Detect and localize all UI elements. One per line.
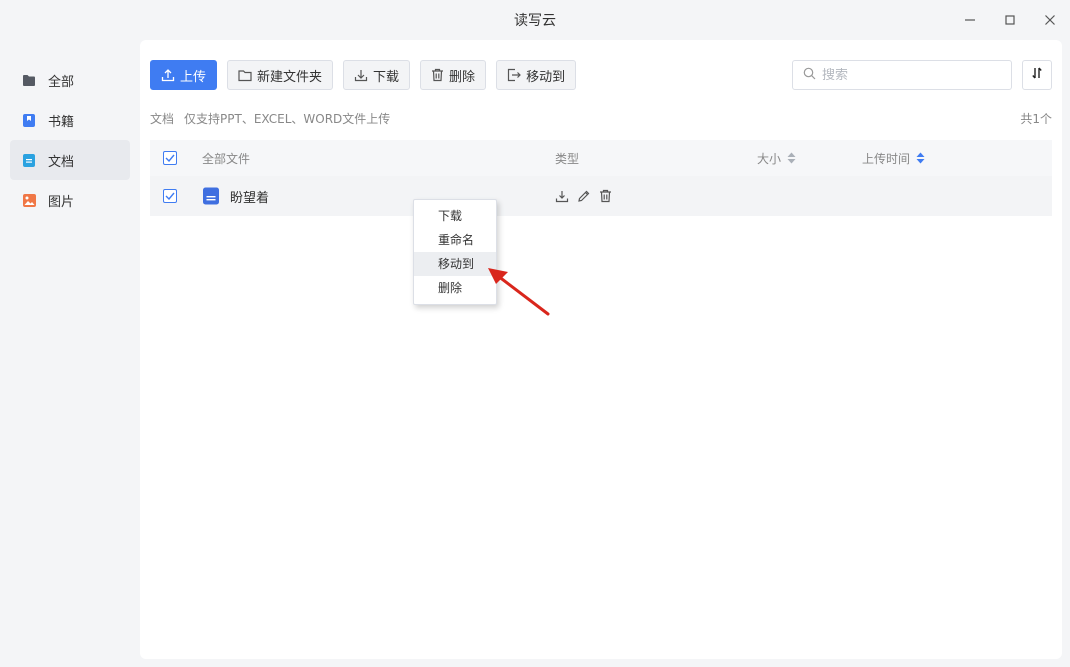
window-title: 读写云 [514,13,556,29]
close-icon[interactable] [1040,10,1060,30]
move-out-icon [507,68,521,82]
maximize-icon[interactable] [1000,10,1020,30]
file-name[interactable]: 盼望着 [230,187,269,206]
sidebar-item-label: 文档 [48,154,75,170]
sort-caret-icon [787,152,796,164]
sidebar-item-label: 图片 [48,194,75,210]
title-bar: 读写云 [0,0,1070,40]
sort-caret-icon [916,152,925,164]
file-name-cell: 盼望着 [202,187,269,206]
search-input[interactable] [822,67,992,83]
main-panel: 上传 新建文件夹 下载 删除 移动到 搜索 文档 仅支持PPT、EXCEL、WO… [140,40,1062,659]
minimize-icon[interactable] [960,10,980,30]
column-size[interactable]: 大小 [757,150,796,167]
sidebar-item-books[interactable]: 书籍 [10,100,130,140]
table-header: 全部文件 类型 大小 上传时间 [150,140,1052,176]
table-row[interactable]: 盼望着 [150,176,1052,216]
select-all-checkbox[interactable] [163,151,177,165]
search-box [792,60,1012,90]
move-to-button[interactable]: 移动到 [496,60,577,90]
image-icon [22,193,36,207]
toolbar: 上传 新建文件夹 下载 删除 移动到 [150,60,586,90]
sidebar-item-all[interactable]: 全部 [10,60,130,100]
info-line: 文档 仅支持PPT、EXCEL、WORD文件上传 [150,110,390,127]
context-menu-download[interactable]: 下载 [414,204,496,228]
column-name: 全部文件 [202,151,251,166]
sort-arrows-icon [1031,67,1043,83]
word-document-icon [202,187,220,205]
row-download-icon[interactable] [555,189,569,203]
bookmark-book-icon [22,113,36,127]
sidebar-item-label: 全部 [48,74,75,90]
column-upload-time[interactable]: 上传时间 [862,150,925,167]
red-arrow-annotation [488,268,550,316]
download-icon [354,68,368,82]
check-icon [165,192,175,200]
sidebar-item-label: 书籍 [48,114,75,130]
column-type: 类型 [555,151,580,166]
row-rename-pencil-icon[interactable] [577,189,591,203]
sidebar-item-images[interactable]: 图片 [10,180,130,220]
download-button[interactable]: 下载 [343,60,411,90]
context-menu-rename[interactable]: 重命名 [414,228,496,252]
upload-icon [161,68,175,82]
row-actions [555,189,620,203]
sidebar: 全部 书籍 文档 图片 [10,60,130,220]
upload-button[interactable]: 上传 [150,60,218,90]
delete-button[interactable]: 删除 [420,60,487,90]
document-icon [22,153,36,167]
folder-outline-icon [238,69,252,82]
trash-icon [431,68,444,82]
check-icon [165,154,175,162]
upload-note: 仅支持PPT、EXCEL、WORD文件上传 [184,112,391,126]
sort-toggle-button[interactable] [1022,60,1052,90]
row-checkbox[interactable] [163,189,177,203]
row-delete-trash-icon[interactable] [599,189,612,203]
category-label: 文档 [150,112,175,126]
new-folder-button[interactable]: 新建文件夹 [227,60,334,90]
file-count: 共1个 [1020,112,1052,126]
folder-icon [22,73,36,87]
search-icon [803,67,816,84]
sidebar-item-documents[interactable]: 文档 [10,140,130,180]
